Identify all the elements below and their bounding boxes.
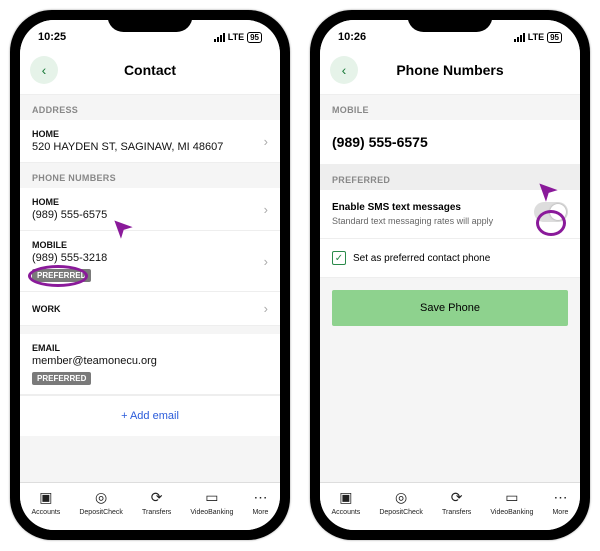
transfers-icon: ⟳ bbox=[151, 489, 163, 506]
network-label: LTE bbox=[228, 32, 244, 42]
video-icon: ▭ bbox=[505, 489, 518, 506]
tab-accounts[interactable]: ▣Accounts bbox=[32, 489, 61, 516]
status-time: 10:26 bbox=[338, 31, 366, 43]
preferred-checkbox-row[interactable]: ✓ Set as preferred contact phone bbox=[320, 239, 580, 278]
row-label: HOME bbox=[32, 197, 107, 207]
section-header-phone: PHONE NUMBERS bbox=[20, 163, 280, 188]
tab-more[interactable]: ⋯More bbox=[252, 489, 268, 516]
header: ‹ Contact bbox=[20, 50, 280, 95]
row-label: WORK bbox=[32, 304, 61, 314]
sms-toggle-row: Enable SMS text messages Standard text m… bbox=[320, 190, 580, 239]
status-time: 10:25 bbox=[38, 31, 66, 43]
more-icon: ⋯ bbox=[553, 489, 567, 506]
section-header-mobile: MOBILE bbox=[320, 95, 580, 120]
header: ‹ Phone Numbers bbox=[320, 50, 580, 95]
phone-mobile-row[interactable]: MOBILE (989) 555-3218 PREFERRED › bbox=[20, 231, 280, 292]
preferred-check-label: Set as preferred contact phone bbox=[353, 253, 490, 264]
row-label: EMAIL bbox=[32, 343, 268, 353]
chevron-left-icon: ‹ bbox=[342, 62, 347, 78]
tab-transfers[interactable]: ⟳Transfers bbox=[442, 489, 471, 516]
row-value: member@teamonecu.org bbox=[32, 355, 268, 367]
notch bbox=[408, 10, 493, 32]
accounts-icon: ▣ bbox=[39, 489, 52, 506]
chevron-right-icon: › bbox=[264, 134, 268, 149]
tab-more[interactable]: ⋯More bbox=[552, 489, 568, 516]
accounts-icon: ▣ bbox=[339, 489, 352, 506]
chevron-right-icon: › bbox=[264, 254, 268, 269]
row-value: 520 HAYDEN ST, SAGINAW, MI 48607 bbox=[32, 141, 223, 153]
back-button[interactable]: ‹ bbox=[30, 56, 58, 84]
sms-toggle[interactable] bbox=[534, 202, 568, 222]
tab-accounts[interactable]: ▣Accounts bbox=[332, 489, 361, 516]
row-label: HOME bbox=[32, 129, 223, 139]
phone-frame-right: 10:26 LTE 95 ‹ Phone Numbers MOBILE (989… bbox=[310, 10, 590, 540]
checkbox-icon: ✓ bbox=[332, 251, 346, 265]
row-value: (989) 555-3218 bbox=[32, 252, 107, 264]
address-home-row[interactable]: HOME 520 HAYDEN ST, SAGINAW, MI 48607 › bbox=[20, 120, 280, 163]
mobile-number-display: (989) 555-6575 bbox=[320, 120, 580, 165]
transfers-icon: ⟳ bbox=[451, 489, 463, 506]
screen-left: 10:25 LTE 95 ‹ Contact ADDRESS HOME 520 … bbox=[20, 20, 280, 530]
tab-video[interactable]: ▭VideoBanking bbox=[490, 489, 533, 516]
tab-transfers[interactable]: ⟳Transfers bbox=[142, 489, 171, 516]
phone-frame-left: 10:25 LTE 95 ‹ Contact ADDRESS HOME 520 … bbox=[10, 10, 290, 540]
tabbar: ▣Accounts ◎DepositCheck ⟳Transfers ▭Vide… bbox=[320, 482, 580, 530]
battery-icon: 95 bbox=[547, 32, 562, 43]
chevron-right-icon: › bbox=[264, 301, 268, 316]
sms-subtitle: Standard text messaging rates will apply bbox=[332, 216, 493, 226]
notch bbox=[108, 10, 193, 32]
tab-deposit[interactable]: ◎DepositCheck bbox=[379, 489, 423, 516]
content-area: ADDRESS HOME 520 HAYDEN ST, SAGINAW, MI … bbox=[20, 95, 280, 482]
row-label: MOBILE bbox=[32, 240, 107, 250]
tab-deposit[interactable]: ◎DepositCheck bbox=[79, 489, 123, 516]
section-header-preferred: PREFERRED bbox=[320, 165, 580, 190]
chevron-left-icon: ‹ bbox=[42, 62, 47, 78]
page-title: Contact bbox=[20, 62, 280, 78]
tabbar: ▣Accounts ◎DepositCheck ⟳Transfers ▭Vide… bbox=[20, 482, 280, 530]
battery-icon: 95 bbox=[247, 32, 262, 43]
signal-icon bbox=[514, 33, 525, 42]
save-phone-button[interactable]: Save Phone bbox=[332, 290, 568, 326]
phone-work-row[interactable]: WORK › bbox=[20, 292, 280, 326]
row-value: (989) 555-6575 bbox=[32, 209, 107, 221]
camera-icon: ◎ bbox=[95, 489, 107, 506]
signal-icon bbox=[214, 33, 225, 42]
preferred-chip: PREFERRED bbox=[32, 372, 91, 385]
phone-home-row[interactable]: HOME (989) 555-6575 › bbox=[20, 188, 280, 231]
network-label: LTE bbox=[528, 32, 544, 42]
preferred-chip: PREFERRED bbox=[32, 269, 91, 282]
sms-title: Enable SMS text messages bbox=[332, 202, 493, 213]
section-header-address: ADDRESS bbox=[20, 95, 280, 120]
back-button[interactable]: ‹ bbox=[330, 56, 358, 84]
camera-icon: ◎ bbox=[395, 489, 407, 506]
screen-right: 10:26 LTE 95 ‹ Phone Numbers MOBILE (989… bbox=[320, 20, 580, 530]
video-icon: ▭ bbox=[205, 489, 218, 506]
chevron-right-icon: › bbox=[264, 202, 268, 217]
tab-video[interactable]: ▭VideoBanking bbox=[190, 489, 233, 516]
page-title: Phone Numbers bbox=[320, 62, 580, 78]
more-icon: ⋯ bbox=[253, 489, 267, 506]
content-area: MOBILE (989) 555-6575 PREFERRED Enable S… bbox=[320, 95, 580, 482]
add-email-link[interactable]: + Add email bbox=[20, 395, 280, 436]
email-row[interactable]: EMAIL member@teamonecu.org PREFERRED bbox=[20, 334, 280, 395]
